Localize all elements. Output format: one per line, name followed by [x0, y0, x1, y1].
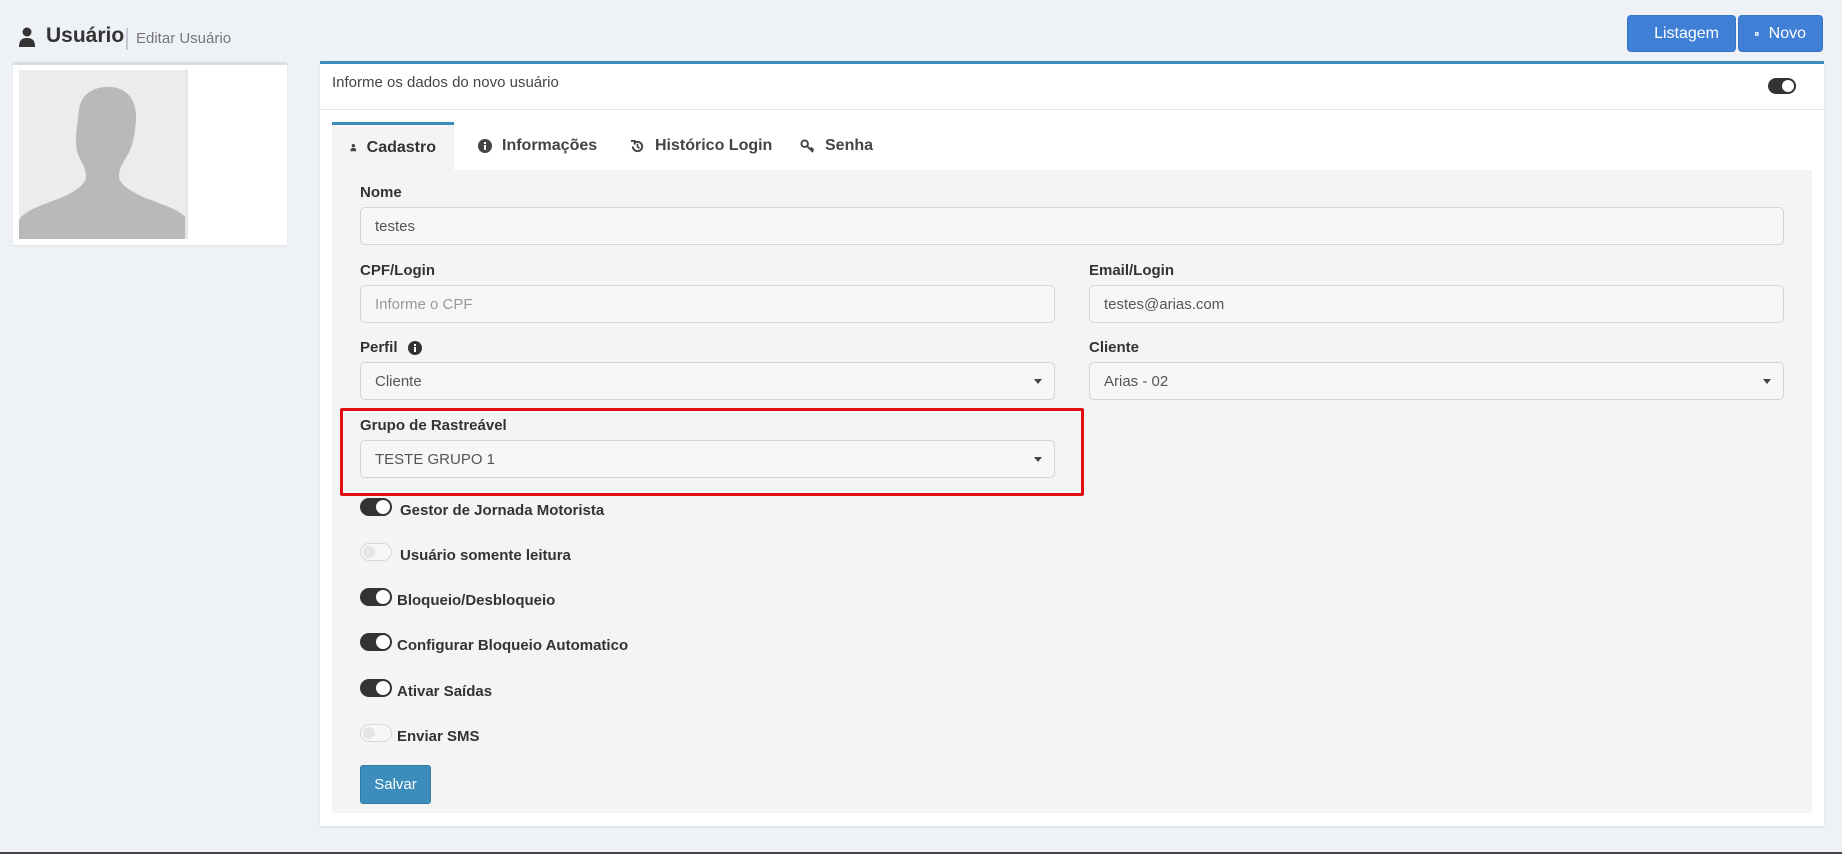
tab-informacoes[interactable]: Informações — [460, 122, 615, 170]
novo-label: Novo — [1768, 24, 1806, 42]
cpf-label: CPF/Login — [360, 262, 435, 279]
tab-label: Informações — [502, 137, 598, 154]
toggle-somente-leitura[interactable] — [360, 543, 392, 561]
key-icon — [800, 138, 815, 153]
tab-label: Cadastro — [366, 138, 436, 156]
nome-label: Nome — [360, 184, 402, 201]
avatar-placeholder-icon — [19, 70, 185, 239]
listagem-button[interactable]: Listagem — [1627, 15, 1736, 52]
grupo-rastreavel-select[interactable]: TESTE GRUPO 1 — [360, 440, 1055, 478]
toggle-bloqueio[interactable] — [360, 588, 392, 606]
perfil-label: Perfil — [360, 339, 398, 356]
grupo-label: Grupo de Rastreável — [360, 417, 507, 434]
perfil-selected-value: Cliente — [375, 372, 422, 390]
toggle-label: Gestor de Jornada Motorista — [400, 502, 605, 519]
chevron-down-icon — [1034, 457, 1042, 462]
tab-label: Histórico Login — [655, 137, 773, 154]
history-icon — [630, 139, 644, 152]
toggle-bloqueio-automatico[interactable] — [360, 633, 392, 651]
tab-cadastro[interactable]: Cadastro — [332, 122, 454, 170]
user-icon — [350, 143, 357, 152]
card-title: Informe os dados do novo usuário — [332, 74, 559, 91]
chevron-down-icon — [1034, 379, 1042, 384]
nome-input[interactable]: testes — [360, 207, 1784, 245]
tab-senha[interactable]: Senha — [782, 122, 891, 170]
toggle-ativar-saidas[interactable] — [360, 679, 392, 697]
card-divider — [320, 109, 1824, 110]
cliente-label: Cliente — [1089, 339, 1140, 356]
perfil-label-row: Perfil — [360, 339, 422, 356]
email-input[interactable]: testes@arias.com — [1089, 285, 1784, 323]
toggle-label: Enviar SMS — [397, 728, 480, 745]
info-circle-icon — [478, 139, 492, 153]
toggle-gestor-jornada[interactable] — [360, 498, 392, 516]
plus-square-icon — [1755, 31, 1759, 36]
toggle-label: Usuário somente leitura — [400, 547, 571, 564]
email-label: Email/Login — [1089, 262, 1175, 279]
cpf-input[interactable]: Informe o CPF — [360, 285, 1055, 323]
user-icon — [19, 27, 35, 47]
avatar[interactable] — [19, 70, 188, 239]
cliente-selected-value: Arias - 02 — [1104, 372, 1169, 390]
card-collapse-toggle[interactable] — [1768, 78, 1796, 94]
toggle-label: Bloqueio/Desbloqueio — [397, 592, 556, 609]
cliente-select[interactable]: Arias - 02 — [1089, 362, 1784, 400]
grupo-selected-value: TESTE GRUPO 1 — [375, 450, 496, 468]
toggle-label: Configurar Bloqueio Automatico — [397, 637, 629, 654]
perfil-select[interactable]: Cliente — [360, 362, 1055, 400]
chevron-down-icon — [1763, 379, 1771, 384]
listagem-label: Listagem — [1654, 24, 1719, 42]
info-circle-icon[interactable] — [407, 340, 422, 355]
page-subtitle: Editar Usuário — [136, 30, 232, 47]
novo-button[interactable]: Novo — [1738, 15, 1823, 52]
toggle-label: Ativar Saídas — [397, 683, 493, 700]
page-title: Usuário — [46, 24, 125, 47]
tab-historico-login[interactable]: Histórico Login — [612, 122, 790, 170]
header-divider — [126, 28, 128, 50]
toggle-enviar-sms[interactable] — [360, 724, 392, 742]
tab-label: Senha — [825, 137, 874, 154]
salvar-button[interactable]: Salvar — [360, 765, 431, 804]
